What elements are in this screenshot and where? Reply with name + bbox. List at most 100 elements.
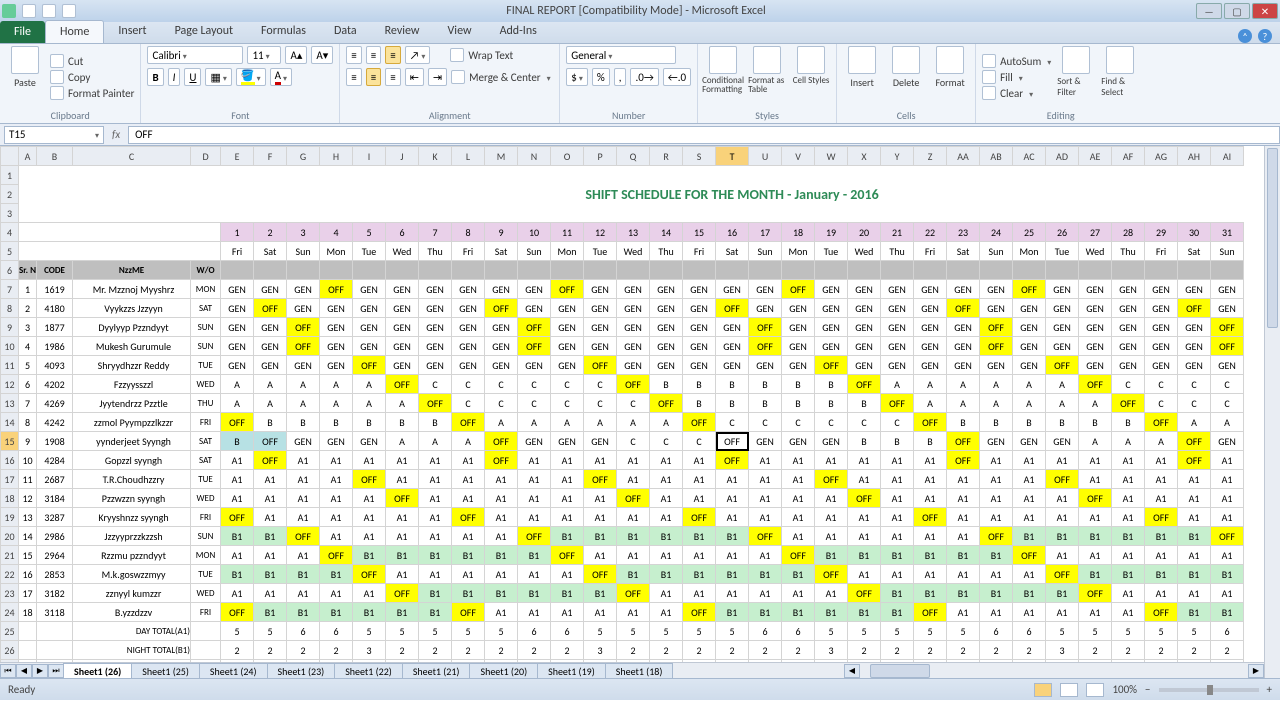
shift-cell[interactable]: B xyxy=(815,375,848,394)
autosum-button[interactable]: AutoSum xyxy=(982,54,1051,68)
cell-wo[interactable]: TUE xyxy=(191,356,221,375)
shift-cell[interactable]: A1 xyxy=(1013,565,1046,584)
ribbon-tab-home[interactable]: Home xyxy=(45,20,104,43)
total-cell[interactable]: 2 xyxy=(1211,641,1244,660)
cell-wo[interactable]: WED xyxy=(191,584,221,603)
total-cell[interactable]: 2 xyxy=(650,641,683,660)
total-cell[interactable]: 5 xyxy=(452,622,485,641)
shift-cell[interactable]: C xyxy=(584,375,617,394)
shift-cell[interactable]: A1 xyxy=(419,565,452,584)
shift-cell[interactable]: GEN xyxy=(914,318,947,337)
shift-cell[interactable]: OFF xyxy=(221,413,254,432)
day-header[interactable]: Fri xyxy=(683,242,716,261)
shift-cell[interactable]: B1 xyxy=(419,584,452,603)
shift-cell[interactable]: B xyxy=(386,413,419,432)
shift-cell[interactable]: OFF xyxy=(287,318,320,337)
shift-cell[interactable]: C xyxy=(1211,375,1244,394)
decrease-decimal-button[interactable]: ←.0 xyxy=(663,68,691,86)
orientation-button[interactable]: ↗ xyxy=(405,46,431,64)
shift-cell[interactable]: GEN xyxy=(617,299,650,318)
shift-cell[interactable]: A1 xyxy=(287,584,320,603)
shift-cell[interactable]: GEN xyxy=(254,337,287,356)
shift-cell[interactable]: OFF xyxy=(1178,451,1211,470)
date-header[interactable]: 30 xyxy=(1178,223,1211,242)
shift-cell[interactable]: OFF xyxy=(683,508,716,527)
day-header[interactable]: Sat xyxy=(947,242,980,261)
cell-wo[interactable]: MON xyxy=(191,280,221,299)
shift-cell[interactable]: GEN xyxy=(287,280,320,299)
shift-cell[interactable]: C xyxy=(683,432,716,451)
format-painter-button[interactable]: Format Painter xyxy=(50,86,134,100)
shift-cell[interactable]: B xyxy=(1013,413,1046,432)
delete-cells-button[interactable]: Delete xyxy=(887,46,925,100)
column-header[interactable]: D xyxy=(191,147,221,166)
shift-cell[interactable]: B xyxy=(815,394,848,413)
cell-srn[interactable]: 6 xyxy=(19,375,37,394)
shift-cell[interactable]: GEN xyxy=(1211,280,1244,299)
shift-cell[interactable]: GEN xyxy=(584,318,617,337)
shift-cell[interactable]: A1 xyxy=(254,470,287,489)
shift-cell[interactable]: A1 xyxy=(650,489,683,508)
shift-cell[interactable]: C xyxy=(881,413,914,432)
header-code[interactable]: CODE xyxy=(37,261,73,280)
column-header[interactable]: W xyxy=(815,147,848,166)
total-cell[interactable]: 5 xyxy=(716,622,749,641)
shift-cell[interactable]: GEN xyxy=(320,299,353,318)
shift-cell[interactable]: A1 xyxy=(683,546,716,565)
shift-cell[interactable]: B xyxy=(320,413,353,432)
shift-cell[interactable]: A1 xyxy=(353,508,386,527)
shift-cell[interactable]: GEN xyxy=(617,337,650,356)
shift-cell[interactable]: A1 xyxy=(683,489,716,508)
sheet-tab[interactable]: Sheet1 (23) xyxy=(267,663,336,678)
shift-cell[interactable]: B1 xyxy=(947,584,980,603)
header-srn[interactable]: Sr. N xyxy=(19,261,37,280)
shift-cell[interactable]: A1 xyxy=(320,584,353,603)
shift-cell[interactable]: B1 xyxy=(617,527,650,546)
shift-cell[interactable]: OFF xyxy=(353,565,386,584)
formula-bar[interactable]: OFF xyxy=(128,126,1280,144)
sheet-tab[interactable]: Sheet1 (21) xyxy=(402,663,471,678)
shift-cell[interactable]: OFF xyxy=(947,432,980,451)
shift-cell[interactable]: A1 xyxy=(650,451,683,470)
shift-cell[interactable]: A1 xyxy=(320,508,353,527)
shift-cell[interactable]: A1 xyxy=(650,584,683,603)
row-header[interactable]: 9 xyxy=(1,318,19,337)
shift-cell[interactable]: A1 xyxy=(815,451,848,470)
date-header[interactable]: 9 xyxy=(485,223,518,242)
total-cell[interactable]: 2 xyxy=(452,641,485,660)
shift-cell[interactable]: A xyxy=(1178,413,1211,432)
total-cell[interactable]: 2 xyxy=(551,641,584,660)
shift-cell[interactable]: GEN xyxy=(1079,280,1112,299)
shift-cell[interactable]: A1 xyxy=(584,603,617,622)
column-header[interactable]: F xyxy=(254,147,287,166)
shift-cell[interactable]: A1 xyxy=(815,489,848,508)
shift-cell[interactable]: GEN xyxy=(749,299,782,318)
shift-cell[interactable]: OFF xyxy=(1145,603,1178,622)
shift-cell[interactable]: C xyxy=(815,413,848,432)
shift-cell[interactable]: OFF xyxy=(914,413,947,432)
shift-cell[interactable]: OFF xyxy=(1046,565,1079,584)
shift-cell[interactable]: A xyxy=(1211,413,1244,432)
shift-cell[interactable]: C xyxy=(485,375,518,394)
shift-cell[interactable]: OFF xyxy=(287,527,320,546)
shift-cell[interactable]: GEN xyxy=(617,280,650,299)
shift-cell[interactable]: B xyxy=(980,413,1013,432)
shift-cell[interactable]: A1 xyxy=(584,508,617,527)
total-cell[interactable]: 5 xyxy=(947,622,980,641)
row-header[interactable]: 6 xyxy=(1,261,19,280)
shift-cell[interactable]: A1 xyxy=(518,451,551,470)
shift-cell[interactable]: GEN xyxy=(1046,432,1079,451)
shift-cell[interactable]: OFF xyxy=(452,508,485,527)
shift-cell[interactable]: GEN xyxy=(650,299,683,318)
sheet-tab[interactable]: Sheet1 (18) xyxy=(605,663,674,678)
shift-cell[interactable]: B xyxy=(683,394,716,413)
shift-cell[interactable]: OFF xyxy=(221,603,254,622)
shift-cell[interactable]: A1 xyxy=(221,584,254,603)
shift-cell[interactable]: A xyxy=(1046,375,1079,394)
shift-cell[interactable]: GEN xyxy=(914,356,947,375)
shift-cell[interactable]: A xyxy=(914,394,947,413)
shift-cell[interactable]: GEN xyxy=(815,299,848,318)
shift-cell[interactable]: A1 xyxy=(221,546,254,565)
shift-cell[interactable]: GEN xyxy=(1145,299,1178,318)
shift-cell[interactable]: A1 xyxy=(848,565,881,584)
